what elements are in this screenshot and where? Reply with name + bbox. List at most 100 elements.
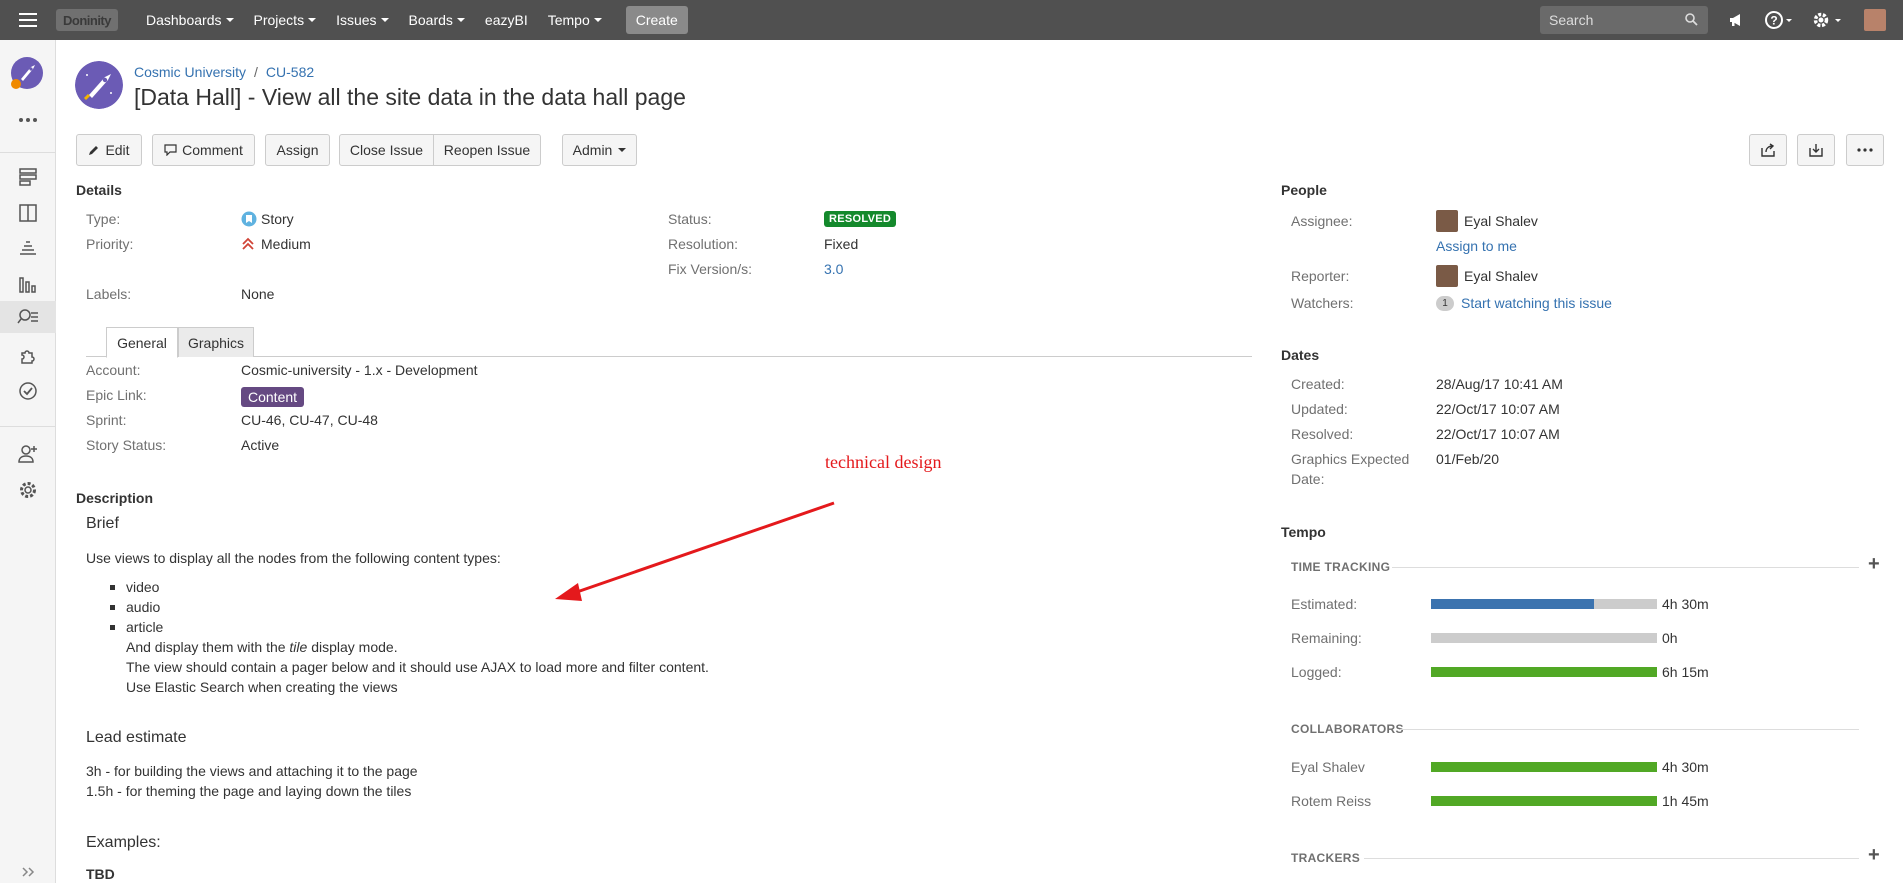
nav-eazybi[interactable]: eazyBI (485, 12, 528, 28)
expand-sidebar-icon[interactable] (21, 866, 35, 878)
nav-boards-label: Boards (408, 12, 453, 28)
admin-button[interactable]: Admin (562, 134, 637, 166)
reporter-name[interactable]: Eyal Shalev (1464, 268, 1538, 284)
resolved-label: Resolved: (1291, 426, 1354, 442)
edit-button[interactable]: Edit (76, 134, 142, 166)
help-icon[interactable]: ? (1764, 10, 1794, 30)
resolution-value: Fixed (824, 236, 859, 252)
add-time-tracking-icon[interactable]: + (1868, 553, 1880, 576)
remaining-bar (1431, 633, 1657, 643)
collaborator-time: 4h 30m (1662, 759, 1709, 775)
description-line-1: And display them with the tile display m… (126, 639, 398, 655)
list-item: video (126, 579, 160, 595)
lead-estimate-line-2: 1.5h - for theming the page and laying d… (86, 783, 412, 799)
resolution-label: Resolution: (668, 236, 739, 252)
chevron-down-icon (380, 18, 389, 22)
trackers-heading: TRACKERS (1291, 851, 1361, 865)
more-actions-button[interactable] (1846, 134, 1884, 166)
brief-heading: Brief (86, 515, 119, 532)
create-button[interactable]: Create (625, 6, 688, 34)
add-tracker-icon[interactable]: + (1868, 844, 1880, 867)
estimated-label: Estimated: (1291, 596, 1358, 612)
sidebar-divider (0, 152, 56, 153)
start-watching-link[interactable]: Start watching this issue (1461, 295, 1612, 311)
addons-icon[interactable] (17, 344, 39, 366)
status-label: Status: (668, 211, 712, 227)
assignee-label: Assignee: (1291, 213, 1353, 229)
annotation-text: technical design (825, 452, 942, 472)
reports-icon[interactable] (17, 273, 39, 295)
more-icon[interactable] (18, 117, 38, 123)
estimated-bar (1431, 599, 1657, 609)
collaborator-bar-fill (1431, 762, 1657, 772)
chevron-down-icon (593, 18, 602, 22)
share-button[interactable] (1749, 134, 1787, 166)
check-circle-icon[interactable] (17, 380, 39, 402)
collaborator-bar (1431, 762, 1657, 772)
estimated-bar-fill (1431, 599, 1594, 609)
tab-graphics[interactable]: Graphics (178, 327, 254, 357)
list-item: article (126, 619, 164, 635)
watchers-count-badge: 1 (1436, 296, 1454, 311)
backlog-icon[interactable] (17, 166, 39, 188)
story-status-value: Active (241, 437, 280, 453)
comment-button-label: Comment (182, 142, 243, 158)
collaborator-bar-fill (1431, 796, 1657, 806)
megaphone-icon[interactable] (1727, 10, 1747, 30)
nav-tempo[interactable]: Tempo (548, 12, 602, 28)
board-icon[interactable] (17, 202, 39, 224)
assignee-name[interactable]: Eyal Shalev (1464, 213, 1538, 229)
epic-link-badge[interactable]: Content (241, 387, 305, 407)
close-issue-button[interactable]: Close Issue (339, 134, 434, 166)
labels-label: Labels: (86, 286, 132, 302)
project-avatar[interactable] (75, 61, 123, 109)
issues-search-icon (17, 309, 38, 324)
reopen-issue-button[interactable]: Reopen Issue (433, 134, 541, 166)
priority-medium-icon (242, 237, 254, 250)
time-tracking-heading: TIME TRACKING (1291, 560, 1391, 574)
add-user-icon[interactable] (17, 443, 39, 465)
settings-icon[interactable] (17, 479, 39, 501)
assign-button[interactable]: Assign (265, 134, 330, 166)
admin-button-label: Admin (572, 142, 613, 158)
type-value: Story (241, 211, 294, 227)
divider (1364, 858, 1859, 859)
gear-icon[interactable] (1811, 10, 1843, 30)
chevron-down-icon (225, 18, 234, 22)
sidebar-item-issues[interactable] (0, 301, 56, 333)
remaining-value: 0h (1662, 630, 1678, 646)
field-tabs: General Graphics (86, 327, 1252, 358)
description-line-3: Use Elastic Search when creating the vie… (126, 679, 398, 695)
line1-emphasis: tile (289, 639, 308, 655)
logged-value: 6h 15m (1662, 664, 1709, 680)
sprint-label: Sprint: (86, 412, 127, 428)
assignee-avatar (1436, 210, 1458, 232)
share-icon (1761, 143, 1775, 157)
chevron-down-icon (618, 148, 627, 152)
nav-projects[interactable]: Projects (254, 12, 317, 28)
releases-icon[interactable] (17, 237, 39, 259)
breadcrumb-project-link[interactable]: Cosmic University (134, 64, 246, 80)
estimated-value: 4h 30m (1662, 596, 1709, 612)
tab-general[interactable]: General (106, 327, 178, 358)
menu-icon[interactable] (0, 0, 56, 40)
assign-to-me-link[interactable]: Assign to me (1436, 238, 1517, 254)
nav-dashboards[interactable]: Dashboards (146, 12, 234, 28)
project-avatar-icon[interactable] (9, 55, 45, 91)
collaborator-name: Rotem Reiss (1291, 793, 1372, 809)
app-logo[interactable]: Doninity (56, 9, 118, 31)
updated-date: 22/Oct/17 10:07 AM (1436, 401, 1560, 417)
type-label: Type: (86, 211, 121, 227)
reporter-label: Reporter: (1291, 268, 1350, 284)
export-button[interactable] (1797, 134, 1835, 166)
search-icon[interactable] (1685, 13, 1698, 26)
fix-version-link[interactable]: 3.0 (824, 261, 843, 277)
search-input[interactable] (1540, 6, 1708, 34)
priority-value-text: Medium (261, 236, 311, 252)
user-avatar[interactable] (1864, 9, 1886, 31)
nav-boards[interactable]: Boards (409, 12, 465, 28)
status-badge: RESOLVED (824, 211, 897, 227)
breadcrumb-issue-key[interactable]: CU-582 (266, 64, 314, 80)
nav-issues[interactable]: Issues (336, 12, 389, 28)
comment-button[interactable]: Comment (152, 134, 255, 166)
